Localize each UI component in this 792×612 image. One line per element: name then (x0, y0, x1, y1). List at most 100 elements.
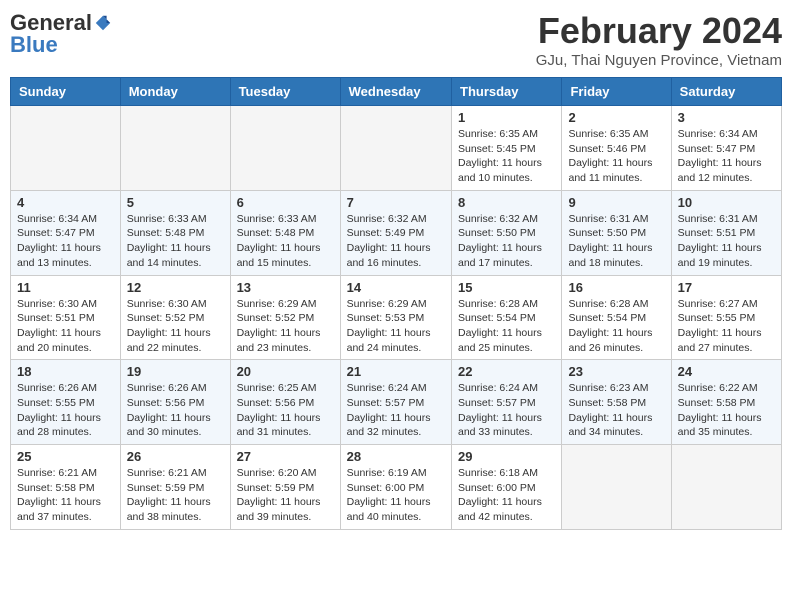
day-info: Sunrise: 6:33 AM Sunset: 5:48 PM Dayligh… (127, 212, 224, 271)
calendar-header-row: SundayMondayTuesdayWednesdayThursdayFrid… (11, 78, 782, 106)
calendar-header-friday: Friday (562, 78, 671, 106)
day-info: Sunrise: 6:32 AM Sunset: 5:50 PM Dayligh… (458, 212, 555, 271)
calendar-cell: 2 Sunrise: 6:35 AM Sunset: 5:46 PM Daylig… (562, 106, 671, 191)
day-number: 16 (568, 280, 664, 295)
calendar-cell: 29Sunrise: 6:18 AM Sunset: 6:00 PM Dayli… (452, 445, 562, 530)
calendar-cell: 24 Sunrise: 6:22 AM Sunset: 5:58 PM Dayli… (671, 360, 781, 445)
day-info: Sunrise: 6:25 AM Sunset: 5:56 PM Dayligh… (237, 381, 334, 440)
day-info: Sunrise: 6:21 AM Sunset: 5:59 PM Dayligh… (127, 466, 224, 525)
calendar-header-tuesday: Tuesday (230, 78, 340, 106)
day-number: 12 (127, 280, 224, 295)
day-number: 3 (678, 110, 775, 125)
day-number: 22 (458, 364, 555, 379)
day-info: Sunrise: 6:22 AM Sunset: 5:58 PM Dayligh… (678, 381, 775, 440)
day-info: Sunrise: 6:34 AM Sunset: 5:47 PM Dayligh… (17, 212, 114, 271)
calendar-cell: 6 Sunrise: 6:33 AM Sunset: 5:48 PM Daylig… (230, 190, 340, 275)
day-info: Sunrise: 6:31 AM Sunset: 5:51 PM Dayligh… (678, 212, 775, 271)
calendar-header-saturday: Saturday (671, 78, 781, 106)
day-info: Sunrise: 6:32 AM Sunset: 5:49 PM Dayligh… (347, 212, 445, 271)
calendar-cell: 23 Sunrise: 6:23 AM Sunset: 5:58 PM Dayli… (562, 360, 671, 445)
calendar-week-row: 25 Sunrise: 6:21 AM Sunset: 5:58 PM Dayli… (11, 445, 782, 530)
day-number: 20 (237, 364, 334, 379)
day-info: Sunrise: 6:33 AM Sunset: 5:48 PM Dayligh… (237, 212, 334, 271)
calendar-cell (230, 106, 340, 191)
calendar-cell (340, 106, 451, 191)
day-number: 11 (17, 280, 114, 295)
day-number: 10 (678, 195, 775, 210)
day-number: 7 (347, 195, 445, 210)
day-info: Sunrise: 6:31 AM Sunset: 5:50 PM Dayligh… (568, 212, 664, 271)
day-number: 14 (347, 280, 445, 295)
day-info: Sunrise: 6:26 AM Sunset: 5:55 PM Dayligh… (17, 381, 114, 440)
day-info: Sunrise: 6:19 AM Sunset: 6:00 PM Dayligh… (347, 466, 445, 525)
day-number: 8 (458, 195, 555, 210)
day-number: 25 (17, 449, 114, 464)
calendar-week-row: 1 Sunrise: 6:35 AM Sunset: 5:45 PM Daylig… (11, 106, 782, 191)
day-info: Sunrise: 6:24 AM Sunset: 5:57 PM Dayligh… (347, 381, 445, 440)
day-info: Sunrise: 6:29 AM Sunset: 5:53 PM Dayligh… (347, 297, 445, 356)
calendar-cell: 9 Sunrise: 6:31 AM Sunset: 5:50 PM Daylig… (562, 190, 671, 275)
title-section: February 2024 GJu, Thai Nguyen Province,… (536, 10, 782, 69)
calendar-cell: 21 Sunrise: 6:24 AM Sunset: 5:57 PM Dayli… (340, 360, 451, 445)
day-info: Sunrise: 6:23 AM Sunset: 5:58 PM Dayligh… (568, 381, 664, 440)
logo: General Blue (10, 10, 112, 58)
day-info: Sunrise: 6:21 AM Sunset: 5:58 PM Dayligh… (17, 466, 114, 525)
day-info: Sunrise: 6:28 AM Sunset: 5:54 PM Dayligh… (568, 297, 664, 356)
day-info: Sunrise: 6:35 AM Sunset: 5:46 PM Dayligh… (568, 127, 664, 186)
day-info: Sunrise: 6:27 AM Sunset: 5:55 PM Dayligh… (678, 297, 775, 356)
calendar-cell: 5Sunrise: 6:33 AM Sunset: 5:48 PM Daylig… (120, 190, 230, 275)
day-number: 6 (237, 195, 334, 210)
calendar-cell: 1 Sunrise: 6:35 AM Sunset: 5:45 PM Daylig… (452, 106, 562, 191)
day-number: 27 (237, 449, 334, 464)
calendar-cell: 10 Sunrise: 6:31 AM Sunset: 5:51 PM Dayli… (671, 190, 781, 275)
calendar-week-row: 11 Sunrise: 6:30 AM Sunset: 5:51 PM Dayli… (11, 275, 782, 360)
calendar-cell: 17 Sunrise: 6:27 AM Sunset: 5:55 PM Dayli… (671, 275, 781, 360)
logo-blue-text: Blue (10, 32, 58, 58)
day-info: Sunrise: 6:28 AM Sunset: 5:54 PM Dayligh… (458, 297, 555, 356)
day-number: 24 (678, 364, 775, 379)
calendar-cell: 12 Sunrise: 6:30 AM Sunset: 5:52 PM Dayli… (120, 275, 230, 360)
day-number: 21 (347, 364, 445, 379)
day-number: 1 (458, 110, 555, 125)
calendar-table: SundayMondayTuesdayWednesdayThursdayFrid… (10, 77, 782, 530)
day-number: 18 (17, 364, 114, 379)
calendar-cell: 11 Sunrise: 6:30 AM Sunset: 5:51 PM Dayli… (11, 275, 121, 360)
day-number: 9 (568, 195, 664, 210)
day-info: Sunrise: 6:35 AM Sunset: 5:45 PM Dayligh… (458, 127, 555, 186)
day-info: Sunrise: 6:29 AM Sunset: 5:52 PM Dayligh… (237, 297, 334, 356)
day-info: Sunrise: 6:24 AM Sunset: 5:57 PM Dayligh… (458, 381, 555, 440)
calendar-week-row: 18 Sunrise: 6:26 AM Sunset: 5:55 PM Dayli… (11, 360, 782, 445)
day-info: Sunrise: 6:30 AM Sunset: 5:51 PM Dayligh… (17, 297, 114, 356)
day-number: 13 (237, 280, 334, 295)
day-info: Sunrise: 6:26 AM Sunset: 5:56 PM Dayligh… (127, 381, 224, 440)
day-number: 19 (127, 364, 224, 379)
calendar-cell: 16 Sunrise: 6:28 AM Sunset: 5:54 PM Dayli… (562, 275, 671, 360)
calendar-cell: 4Sunrise: 6:34 AM Sunset: 5:47 PM Daylig… (11, 190, 121, 275)
day-number: 17 (678, 280, 775, 295)
calendar-cell: 25 Sunrise: 6:21 AM Sunset: 5:58 PM Dayli… (11, 445, 121, 530)
day-number: 23 (568, 364, 664, 379)
calendar-cell: 26 Sunrise: 6:21 AM Sunset: 5:59 PM Dayli… (120, 445, 230, 530)
day-info: Sunrise: 6:34 AM Sunset: 5:47 PM Dayligh… (678, 127, 775, 186)
calendar-cell: 18 Sunrise: 6:26 AM Sunset: 5:55 PM Dayli… (11, 360, 121, 445)
calendar-cell (562, 445, 671, 530)
calendar-cell: 20 Sunrise: 6:25 AM Sunset: 5:56 PM Dayli… (230, 360, 340, 445)
calendar-header-monday: Monday (120, 78, 230, 106)
day-number: 2 (568, 110, 664, 125)
calendar-cell: 14 Sunrise: 6:29 AM Sunset: 5:53 PM Dayli… (340, 275, 451, 360)
calendar-cell (671, 445, 781, 530)
calendar-cell: 28Sunrise: 6:19 AM Sunset: 6:00 PM Dayli… (340, 445, 451, 530)
day-info: Sunrise: 6:20 AM Sunset: 5:59 PM Dayligh… (237, 466, 334, 525)
calendar-cell: 19 Sunrise: 6:26 AM Sunset: 5:56 PM Dayli… (120, 360, 230, 445)
calendar-cell: 3 Sunrise: 6:34 AM Sunset: 5:47 PM Daylig… (671, 106, 781, 191)
calendar-cell: 22 Sunrise: 6:24 AM Sunset: 5:57 PM Dayli… (452, 360, 562, 445)
day-info: Sunrise: 6:30 AM Sunset: 5:52 PM Dayligh… (127, 297, 224, 356)
page-header: General Blue February 2024 GJu, Thai Ngu… (10, 10, 782, 69)
logo-icon (94, 14, 112, 32)
day-info: Sunrise: 6:18 AM Sunset: 6:00 PM Dayligh… (458, 466, 555, 525)
calendar-cell (120, 106, 230, 191)
calendar-cell: 27 Sunrise: 6:20 AM Sunset: 5:59 PM Dayli… (230, 445, 340, 530)
day-number: 26 (127, 449, 224, 464)
calendar-header-wednesday: Wednesday (340, 78, 451, 106)
calendar-cell: 7 Sunrise: 6:32 AM Sunset: 5:49 PM Daylig… (340, 190, 451, 275)
